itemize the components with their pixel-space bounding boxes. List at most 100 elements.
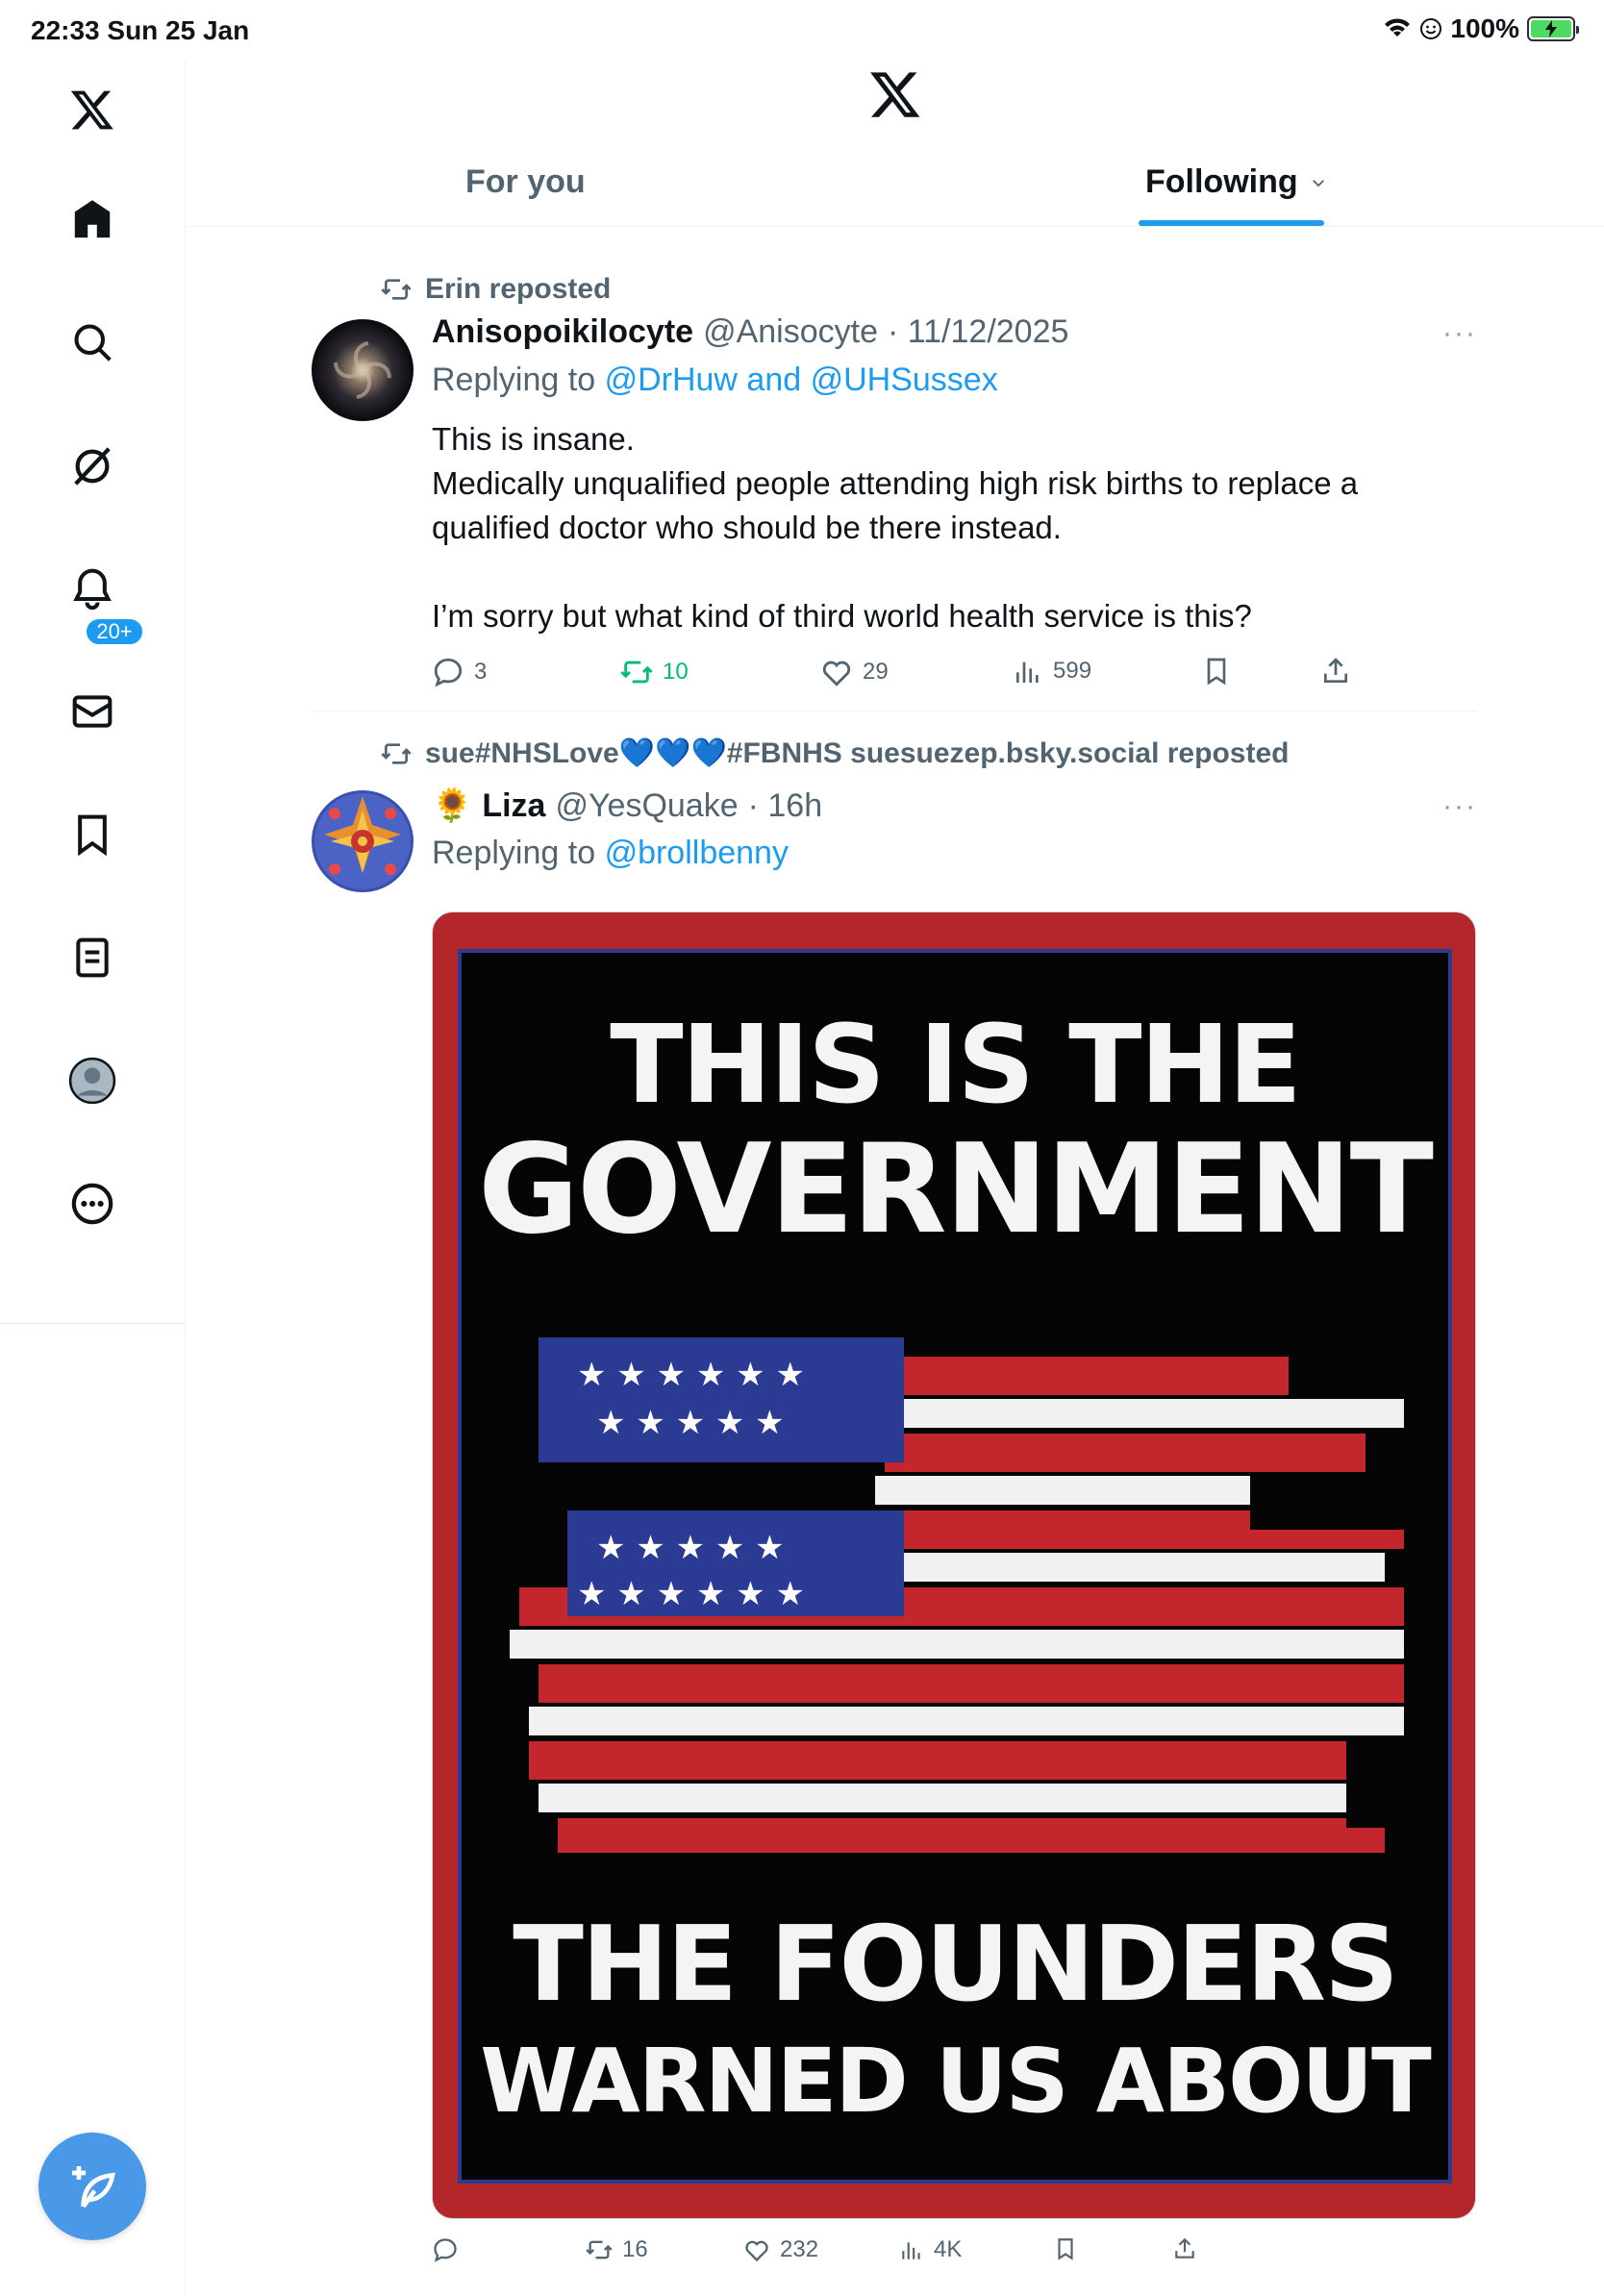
repost-icon <box>586 2240 613 2259</box>
home-icon[interactable] <box>63 190 121 248</box>
bookmark-icon <box>1207 658 1226 686</box>
post-text-line: This is insane. <box>432 421 635 457</box>
meme-text-line: WARNED US ABOUT <box>480 2030 1432 2133</box>
share-icon <box>1324 658 1347 683</box>
repost-by-label: Erin reposted <box>425 273 612 305</box>
meme-text-line: THIS IS THE <box>610 1003 1301 1128</box>
post-actions: 3 10 29 599 <box>432 656 1355 698</box>
svg-text:★ ★ ★ ★ ★ ★: ★ ★ ★ ★ ★ ★ <box>577 1356 805 1394</box>
replying-label: Replying to <box>432 362 596 398</box>
share-button[interactable] <box>1172 2236 1197 2261</box>
compose-feather-icon <box>72 2166 115 2209</box>
x-logo-icon[interactable] <box>63 81 121 138</box>
analytics-icon <box>1016 661 1039 683</box>
like-count: 29 <box>863 659 889 685</box>
sidebar: 20+ <box>0 60 186 2296</box>
post-header: 🌻 Liza @YesQuake · 16h <box>432 786 822 825</box>
author-handle[interactable]: @YesQuake <box>555 787 738 825</box>
author-handle[interactable]: @Anisocyte <box>703 313 878 351</box>
post-text-line: Medically unqualified people attending h… <box>432 465 1359 545</box>
like-button[interactable]: 29 <box>820 656 889 688</box>
timeline-tabs: For you Following <box>187 144 1604 227</box>
views-button[interactable]: 599 <box>1013 656 1091 686</box>
post-more-button[interactable]: ··· <box>1442 317 1477 350</box>
sidebar-divider <box>0 1323 186 1324</box>
bookmark-icon <box>1058 2238 1073 2260</box>
svg-text:★ ★ ★ ★ ★: ★ ★ ★ ★ ★ <box>596 1404 785 1442</box>
views-button[interactable]: 4K <box>899 2236 962 2263</box>
author-name[interactable]: Liza <box>482 787 545 825</box>
tab-following-label: Following <box>1145 163 1298 200</box>
replying-to: Replying to @DrHuw and @UHSussex <box>432 362 998 399</box>
author-name[interactable]: Anisopoikilocyte <box>432 313 693 351</box>
grok-icon[interactable] <box>63 437 121 494</box>
analytics-icon <box>902 2242 920 2259</box>
post-media-image[interactable]: THIS IS THE GOVERNMENT ★ ★ ★ ★ ★ ★ ★ ★ ★… <box>432 911 1476 2219</box>
meme-text-line: THE FOUNDERS <box>513 1905 1398 2025</box>
view-count: 599 <box>1053 658 1092 684</box>
battery-percent: 100% <box>1450 13 1519 43</box>
messages-envelope-icon[interactable] <box>63 683 121 740</box>
view-count: 4K <box>934 2236 963 2262</box>
author-emoji: 🌻 <box>432 787 473 824</box>
post-date[interactable]: · 11/12/2025 <box>888 313 1068 351</box>
repost-count: 16 <box>622 2236 648 2262</box>
bookmark-button[interactable] <box>1201 656 1232 686</box>
focus-smiley-icon <box>1420 18 1442 39</box>
svg-text:★ ★ ★ ★ ★ ★: ★ ★ ★ ★ ★ ★ <box>577 1575 805 1613</box>
reply-button[interactable]: 3 <box>432 656 487 688</box>
repost-count: 10 <box>663 659 689 685</box>
status-bar: 22:33 Sun 25 Jan 100% <box>0 0 1604 60</box>
repost-button[interactable]: 10 <box>620 656 689 688</box>
compose-post-button[interactable] <box>38 2133 146 2240</box>
like-button[interactable]: 232 <box>743 2236 818 2263</box>
more-options-icon[interactable] <box>63 1175 121 1233</box>
search-icon[interactable] <box>63 313 121 371</box>
repost-button[interactable]: 16 <box>586 2236 648 2263</box>
heart-icon <box>745 2240 768 2262</box>
replying-to-link[interactable]: @DrHuw and @UHSussex <box>605 362 998 398</box>
repost-icon <box>620 661 653 684</box>
profile-avatar-icon[interactable] <box>63 1052 121 1110</box>
avatar[interactable] <box>312 319 414 421</box>
reply-icon <box>434 658 463 687</box>
distressed-flag-graphic: ★ ★ ★ ★ ★ ★ ★ ★ ★ ★ ★ ★ ★ ★ ★ ★ ★ ★ ★ ★ … <box>500 1337 1423 1876</box>
post-actions: 16 232 4K <box>432 2236 1240 2279</box>
tab-for-you[interactable]: For you <box>465 163 586 201</box>
repost-icon <box>381 279 412 300</box>
post-text: This is insane. Medically unqualified pe… <box>432 417 1451 638</box>
status-indicators: 100% <box>1383 13 1579 44</box>
tab-following[interactable]: Following <box>1145 163 1327 201</box>
avatar[interactable] <box>312 790 414 892</box>
header-x-logo-icon[interactable] <box>868 67 922 121</box>
repost-indicator: Erin reposted <box>381 273 611 306</box>
post-header: Anisopoikilocyte @Anisocyte · 11/12/2025 <box>432 313 1068 351</box>
heart-icon <box>822 661 851 686</box>
replying-to: Replying to @brollbenny <box>432 835 789 872</box>
lists-icon[interactable] <box>63 929 121 986</box>
svg-text:★ ★ ★ ★ ★: ★ ★ ★ ★ ★ <box>596 1529 785 1567</box>
chevron-down-icon <box>1312 179 1324 187</box>
repost-by-label: sue#NHSLove💙💙💙#FBNHS suesuezep.bsky.soci… <box>425 737 1290 769</box>
active-tab-indicator <box>1139 220 1324 226</box>
like-count: 232 <box>780 2236 819 2262</box>
bookmarks-icon[interactable] <box>63 806 121 863</box>
reply-button[interactable] <box>432 2236 468 2263</box>
post[interactable]: Erin reposted Anisopoikilocyte @Anisocyt… <box>312 260 1477 710</box>
notifications-bell-icon[interactable] <box>63 560 121 617</box>
repost-indicator: sue#NHSLove💙💙💙#FBNHS suesuezep.bsky.soci… <box>381 736 1289 770</box>
share-button[interactable] <box>1320 656 1351 686</box>
bookmark-button[interactable] <box>1053 2236 1078 2261</box>
repost-icon <box>381 742 412 764</box>
wifi-icon <box>1385 18 1411 37</box>
replying-to-link[interactable]: @brollbenny <box>605 835 789 871</box>
meme-text-line: GOVERNMENT <box>478 1118 1434 1261</box>
post-date[interactable]: · 16h <box>748 787 823 825</box>
reply-icon <box>434 2238 457 2262</box>
post-text-line: I’m sorry but what kind of third world h… <box>432 598 1252 634</box>
post-more-button[interactable]: ··· <box>1442 790 1477 823</box>
share-icon <box>1175 2237 1194 2259</box>
reply-count: 3 <box>474 659 488 685</box>
notification-badge: 20+ <box>85 617 144 646</box>
status-time: 22:33 Sun 25 Jan <box>31 15 250 45</box>
